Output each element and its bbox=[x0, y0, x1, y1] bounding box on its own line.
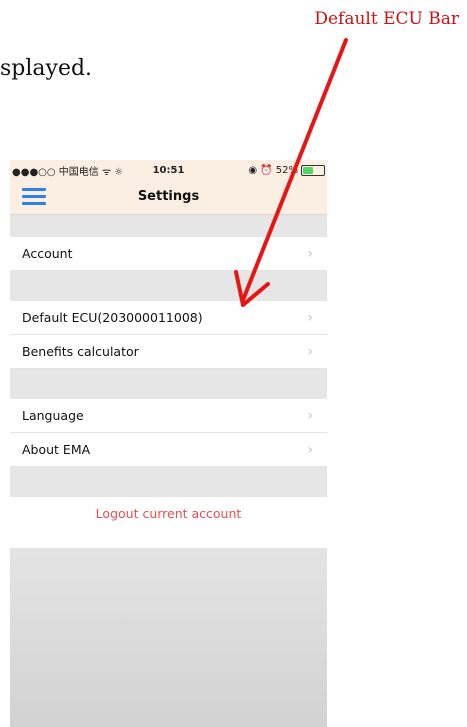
callout-arrow bbox=[234, 38, 348, 307]
arrow-shaft bbox=[241, 38, 348, 302]
